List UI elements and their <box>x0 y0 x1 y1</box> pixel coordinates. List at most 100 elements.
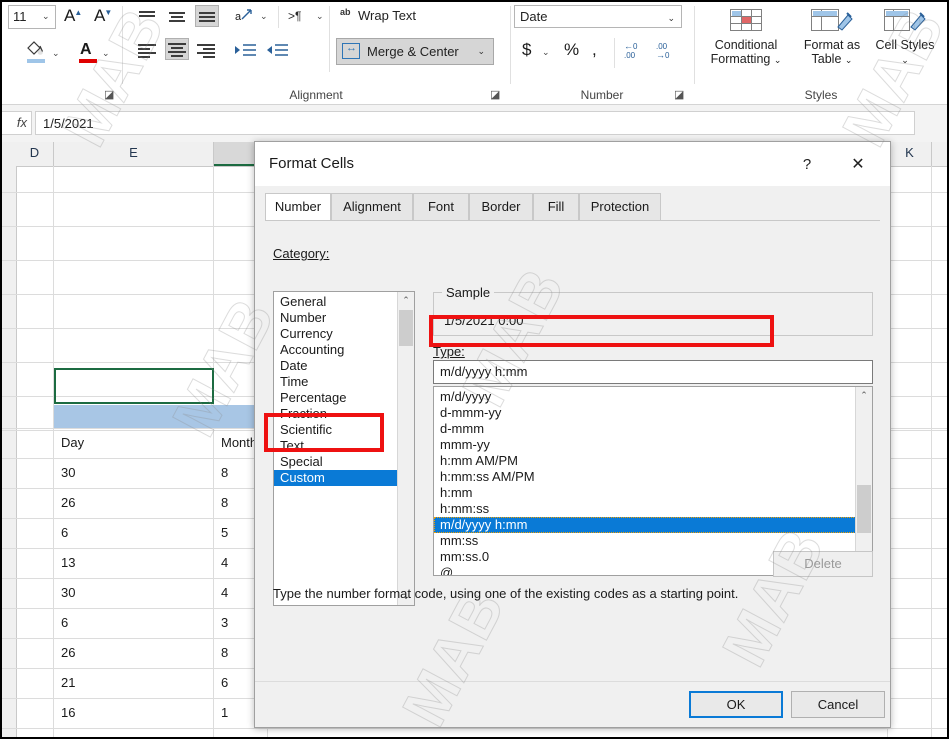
tab-number[interactable]: Number <box>265 193 331 221</box>
align-bottom-icon[interactable] <box>195 5 219 27</box>
indent-chevron-down-icon[interactable]: ⌄ <box>316 11 324 22</box>
category-item[interactable]: Currency <box>274 326 398 342</box>
accounting-chevron-down-icon[interactable]: ⌄ <box>542 47 550 58</box>
cell-styles-button[interactable]: Cell Styles ⌄ <box>874 7 936 67</box>
decrease-font-size-icon[interactable]: A▼ <box>94 6 113 26</box>
header-cell-day[interactable]: Day <box>54 428 214 458</box>
category-item[interactable]: Number <box>274 310 398 326</box>
active-cell[interactable] <box>54 368 214 404</box>
align-middle-icon[interactable] <box>166 7 190 29</box>
help-icon[interactable]: ? <box>792 152 822 178</box>
number-format-select[interactable]: Date ⌄ <box>514 5 682 28</box>
decrease-indent-top-icon[interactable]: >¶ <box>288 9 301 23</box>
ribbon-group-alignment: a ⌄ >¶ ⌄ ab Wrap Text ↔ Merge & Center ⌄… <box>124 2 508 105</box>
wrap-text-button[interactable]: Wrap Text <box>358 8 416 23</box>
type-item[interactable]: m/d/yyyy h:mm <box>434 517 856 533</box>
decrease-indent-icon[interactable] <box>234 42 258 60</box>
orientation-chevron-down-icon[interactable]: ⌄ <box>260 11 268 22</box>
type-item[interactable]: h:mm:ss <box>434 501 856 517</box>
percent-style-button[interactable]: % <box>564 40 579 60</box>
category-item[interactable]: Custom <box>274 470 398 486</box>
category-item[interactable]: Percentage <box>274 390 398 406</box>
type-item[interactable]: d-mmm <box>434 421 856 437</box>
decrease-decimal-icon[interactable]: .00 →0 <box>656 42 669 60</box>
category-scrollbar[interactable]: ⌃ ⌄ <box>397 292 414 605</box>
comma-style-button[interactable]: , <box>592 40 597 60</box>
tab-alignment[interactable]: Alignment <box>331 193 413 221</box>
column-header-d[interactable]: D <box>16 142 54 166</box>
increase-font-size-icon[interactable]: A▲ <box>64 6 83 26</box>
accounting-format-button[interactable]: $ <box>522 40 531 60</box>
delete-button[interactable]: Delete <box>773 551 873 577</box>
tab-border[interactable]: Border <box>469 193 533 221</box>
fill-color-chevron-down-icon[interactable]: ⌄ <box>52 48 60 59</box>
type-item[interactable]: h:mm AM/PM <box>434 453 856 469</box>
increase-decimal-icon[interactable]: ←0 .00 <box>624 42 637 61</box>
type-scroll-thumb[interactable] <box>857 485 871 533</box>
type-item[interactable]: mmm-yy <box>434 437 856 453</box>
category-scroll-up-icon[interactable]: ⌃ <box>398 292 414 309</box>
data-cell-day[interactable]: 30 <box>54 578 214 608</box>
type-scrollbar[interactable]: ⌃ ⌄ <box>855 387 872 575</box>
type-item[interactable]: h:mm:ss AM/PM <box>434 469 856 485</box>
cancel-button[interactable]: Cancel <box>791 691 885 718</box>
ok-button[interactable]: OK <box>689 691 783 718</box>
ribbon: 11 ⌄ A▲ A▼ ⌄ A ⌄ ◪ a ⌄ >¶ ⌄ ab Wrap Text… <box>2 2 947 105</box>
font-color-chevron-down-icon[interactable]: ⌄ <box>102 48 110 59</box>
gridline <box>2 728 947 729</box>
type-item[interactable]: h:mm <box>434 485 856 501</box>
type-input[interactable]: m/d/yyyy h:mm <box>433 360 873 384</box>
data-cell-day[interactable]: 21 <box>54 668 214 698</box>
increase-indent-icon[interactable] <box>266 42 290 60</box>
type-listbox[interactable]: m/d/yyyy d-mmm-yy d-mmm mmm-yy h:mm AM/PM h:m… <box>433 386 873 576</box>
tab-fill[interactable]: Fill <box>533 193 579 221</box>
number-dialog-launcher[interactable]: ◪ <box>674 89 686 101</box>
cell-styles-chevron-down-icon[interactable]: ⌄ <box>901 55 909 65</box>
column-header-k[interactable]: K <box>888 142 932 166</box>
data-cell-day[interactable]: 6 <box>54 518 214 548</box>
data-cell-day[interactable]: 26 <box>54 488 214 518</box>
align-center-icon[interactable] <box>165 38 189 60</box>
align-left-icon[interactable] <box>136 40 160 62</box>
close-icon[interactable]: ✕ <box>842 152 874 178</box>
category-item[interactable]: Date <box>274 358 398 374</box>
conditional-formatting-chevron-down-icon[interactable]: ⌄ <box>774 55 782 65</box>
category-item[interactable]: Accounting <box>274 342 398 358</box>
wrap-text-icon[interactable]: ab <box>340 8 351 17</box>
font-color-icon[interactable]: A <box>76 40 102 66</box>
data-cell-day[interactable]: 16 <box>54 698 214 728</box>
type-item[interactable]: d-mmm-yy <box>434 405 856 421</box>
alignment-dialog-launcher[interactable]: ◪ <box>490 89 502 101</box>
column-header-e[interactable]: E <box>54 142 214 166</box>
column-header-e-label: E <box>129 145 138 160</box>
data-cell-day[interactable]: 13 <box>54 548 214 578</box>
category-scroll-thumb[interactable] <box>399 310 413 346</box>
merge-chevron-down-icon[interactable]: ⌄ <box>477 46 485 57</box>
font-dialog-launcher[interactable]: ◪ <box>104 89 116 101</box>
font-size-chevron-down-icon[interactable]: ⌄ <box>42 11 50 22</box>
align-top-icon[interactable] <box>136 7 160 29</box>
insert-function-icon[interactable]: fx <box>2 111 32 135</box>
data-cell-day[interactable]: 6 <box>54 608 214 638</box>
category-item[interactable]: Special <box>274 454 398 470</box>
conditional-formatting-button[interactable]: Conditional Formatting ⌄ <box>702 7 790 67</box>
type-item[interactable]: mm:ss <box>434 533 856 549</box>
formula-input[interactable]: 1/5/2021 <box>35 111 915 135</box>
format-as-table-chevron-down-icon[interactable]: ⌄ <box>845 55 853 65</box>
fill-color-icon[interactable] <box>24 40 50 66</box>
number-format-chevron-down-icon[interactable]: ⌄ <box>667 13 675 24</box>
data-cell-day[interactable]: 21 <box>54 728 214 737</box>
tab-protection[interactable]: Protection <box>579 193 661 221</box>
align-right-icon[interactable] <box>195 40 219 62</box>
data-cell-day[interactable]: 26 <box>54 638 214 668</box>
orientation-icon[interactable]: a <box>234 6 256 26</box>
type-item[interactable]: m/d/yyyy <box>434 389 856 405</box>
tab-font[interactable]: Font <box>413 193 469 221</box>
data-cell-day[interactable]: 30 <box>54 458 214 488</box>
category-item[interactable]: Time <box>274 374 398 390</box>
type-scroll-up-icon[interactable]: ⌃ <box>856 387 872 404</box>
data-cell-month[interactable]: 4 <box>214 728 268 737</box>
merge-and-center-button[interactable]: Merge & Center ⌄ <box>336 38 494 65</box>
category-item[interactable]: General <box>274 294 398 310</box>
format-as-table-button[interactable]: Format as Table ⌄ <box>796 7 868 67</box>
